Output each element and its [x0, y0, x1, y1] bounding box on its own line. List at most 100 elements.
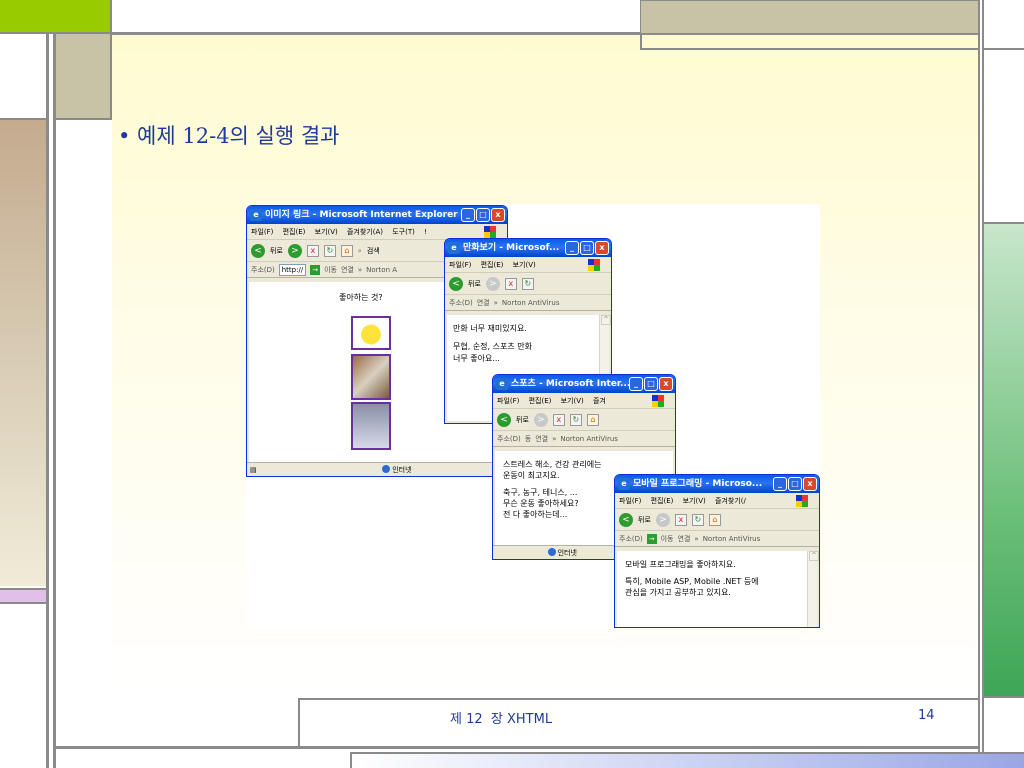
back-button[interactable]: 뒤로: [516, 409, 529, 430]
page-icon: ▤: [250, 466, 257, 474]
pda-image-link[interactable]: [351, 402, 391, 450]
refresh-icon[interactable]: ↻: [521, 277, 534, 290]
minimize-icon[interactable]: _: [773, 477, 787, 491]
toolbar-chevron-icon[interactable]: »: [494, 295, 498, 310]
menu-help[interactable]: !: [424, 228, 427, 236]
minimize-icon[interactable]: _: [461, 208, 475, 222]
toolbar: < 뒤로 > x ↻ ⌂: [493, 409, 675, 431]
go-button[interactable]: 이동: [661, 531, 674, 546]
maximize-icon[interactable]: □: [788, 477, 802, 491]
minimize-icon[interactable]: _: [565, 241, 579, 255]
menu-bar: 파일(F) 편집(E) 보기(V) 즐겨찾기(/: [615, 493, 819, 509]
pikachu-image-link[interactable]: [351, 316, 391, 350]
status-zone: 인터넷: [557, 549, 577, 557]
refresh-icon[interactable]: ↻: [323, 244, 336, 257]
windows-logo-icon: [484, 226, 496, 238]
address-extra: 동: [524, 434, 532, 443]
stop-icon[interactable]: x: [552, 413, 565, 426]
search-icon[interactable]: ⌕: [358, 240, 362, 261]
back-button[interactable]: 뒤로: [270, 240, 283, 261]
stop-icon[interactable]: x: [306, 244, 319, 257]
menu-file[interactable]: 파일(F): [497, 397, 519, 405]
menu-bar: 파일(F) 편집(E) 보기(V) 즐겨: [493, 393, 675, 409]
norton-toolbar[interactable]: Norton AntiVirus: [502, 295, 560, 310]
decor-footer-gradient: [350, 752, 1024, 768]
forward-arrow-icon[interactable]: >: [485, 276, 500, 291]
window-title-bar[interactable]: e 스포츠 - Microsoft Inter... _ □ x: [493, 375, 675, 393]
forward-arrow-icon[interactable]: >: [533, 412, 548, 427]
window-title-bar[interactable]: e 이미지 링크 - Microsoft Internet Explorer _…: [247, 206, 507, 224]
norton-toolbar[interactable]: Norton AntiVirus: [703, 531, 761, 546]
go-icon[interactable]: →: [646, 533, 657, 544]
menu-file[interactable]: 파일(F): [251, 228, 273, 236]
menu-edit[interactable]: 편집(E): [481, 261, 504, 269]
maximize-icon[interactable]: □: [580, 241, 594, 255]
ie-icon: e: [496, 378, 508, 390]
menu-favorites[interactable]: 즐겨찾기(/: [715, 497, 746, 505]
menu-view[interactable]: 보기(V): [561, 397, 584, 405]
vertical-scrollbar[interactable]: [807, 551, 819, 627]
menu-view[interactable]: 보기(V): [513, 261, 536, 269]
maximize-icon[interactable]: □: [476, 208, 490, 222]
toolbar: < 뒤로 > x ↻ ⌂: [615, 509, 819, 531]
minimize-icon[interactable]: _: [629, 377, 643, 391]
menu-favorites[interactable]: 즐겨찾기(A): [347, 228, 383, 236]
bullet-title: • 예제 12-4의 실행 결과: [118, 124, 340, 148]
browser-window-mobile[interactable]: e 모바일 프로그래밍 - Microso... _ □ x 파일(F) 편집(…: [614, 474, 820, 628]
back-arrow-icon[interactable]: <: [449, 276, 463, 291]
footer-chapter: 제 12 장 XHTML: [450, 712, 553, 727]
menu-file[interactable]: 파일(F): [619, 497, 641, 505]
norton-toolbar[interactable]: Norton A: [366, 262, 397, 277]
menu-view[interactable]: 보기(V): [315, 228, 338, 236]
forward-arrow-icon[interactable]: >: [287, 243, 302, 258]
links-label[interactable]: 연결: [341, 262, 354, 277]
close-icon[interactable]: x: [491, 208, 505, 222]
menu-view[interactable]: 보기(V): [683, 497, 706, 505]
back-button[interactable]: 뒤로: [638, 509, 651, 530]
toolbar-chevron-icon[interactable]: »: [552, 431, 556, 446]
refresh-icon[interactable]: ↻: [569, 413, 582, 426]
address-input[interactable]: http://: [278, 263, 307, 276]
menu-favorites[interactable]: 즐겨: [593, 397, 606, 405]
toolbar-chevron-icon[interactable]: »: [358, 262, 362, 277]
go-button[interactable]: 이동: [324, 262, 337, 277]
menu-tools[interactable]: 도구(T): [392, 228, 415, 236]
menu-bar: 파일(F) 편집(E) 보기(V): [445, 257, 611, 273]
norton-toolbar[interactable]: Norton AntiVirus: [560, 431, 618, 446]
menu-file[interactable]: 파일(F): [449, 261, 471, 269]
home-icon[interactable]: ⌂: [586, 413, 599, 426]
forward-arrow-icon[interactable]: >: [655, 512, 670, 527]
address-label: 주소(D): [251, 265, 275, 274]
menu-edit[interactable]: 편집(E): [651, 497, 674, 505]
window-title-bar[interactable]: e 모바일 프로그래밍 - Microso... _ □ x: [615, 475, 819, 493]
home-icon[interactable]: ⌂: [708, 513, 721, 526]
decor-tan-block-top: [640, 0, 980, 34]
back-arrow-icon[interactable]: <: [497, 412, 511, 427]
toolbar-chevron-icon[interactable]: »: [694, 531, 698, 546]
decor-left-vline: [46, 34, 56, 768]
links-label[interactable]: 연결: [678, 531, 691, 546]
close-icon[interactable]: x: [659, 377, 673, 391]
search-button[interactable]: 검색: [367, 240, 380, 261]
back-arrow-icon[interactable]: <: [619, 512, 633, 527]
content-line: 모바일 프로그래밍을 좋아하지요.: [625, 560, 736, 569]
links-label[interactable]: 연결: [535, 431, 548, 446]
window-title-bar[interactable]: e 만화보기 - Microsof... _ □ x: [445, 239, 611, 257]
back-arrow-icon[interactable]: <: [251, 243, 265, 258]
close-icon[interactable]: x: [803, 477, 817, 491]
refresh-icon[interactable]: ↻: [691, 513, 704, 526]
maximize-icon[interactable]: □: [644, 377, 658, 391]
close-icon[interactable]: x: [595, 241, 609, 255]
address-bar: 주소(D) → 이동 연결 » Norton AntiVirus: [615, 531, 819, 547]
toolbar: < 뒤로 > x ↻: [445, 273, 611, 295]
sports-image-link[interactable]: [351, 354, 391, 400]
back-button[interactable]: 뒤로: [468, 273, 481, 294]
go-icon[interactable]: →: [310, 264, 321, 275]
menu-edit[interactable]: 편집(E): [529, 397, 552, 405]
home-icon[interactable]: ⌂: [340, 244, 353, 257]
stop-icon[interactable]: x: [504, 277, 517, 290]
stop-icon[interactable]: x: [674, 513, 687, 526]
windows-logo-icon: [796, 495, 808, 507]
menu-edit[interactable]: 편집(E): [283, 228, 306, 236]
links-label[interactable]: 연결: [477, 295, 490, 310]
